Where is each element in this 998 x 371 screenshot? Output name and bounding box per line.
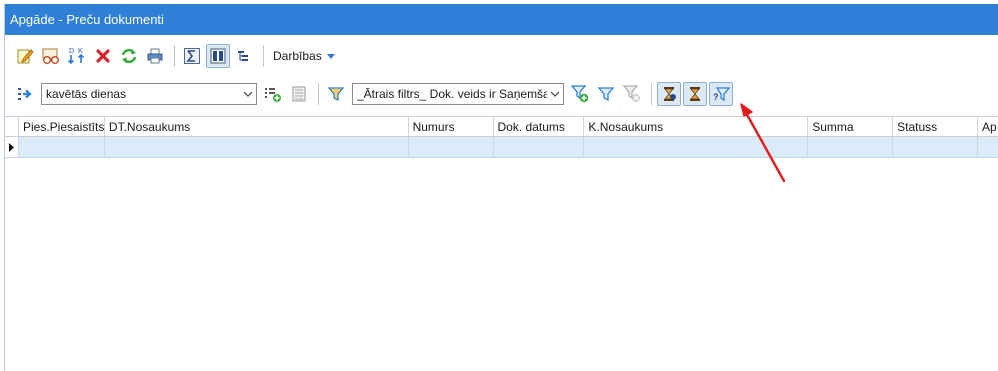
columns-icon bbox=[210, 48, 226, 64]
filter-button[interactable] bbox=[594, 82, 618, 106]
delete-icon bbox=[96, 49, 110, 63]
table-row[interactable] bbox=[5, 137, 998, 158]
add-filter-button[interactable] bbox=[261, 82, 285, 106]
column-header[interactable]: K.Nosaukums bbox=[584, 117, 809, 136]
funnel-question-icon: ? bbox=[713, 87, 730, 102]
refresh-button[interactable] bbox=[117, 44, 141, 68]
funnel-icon bbox=[597, 87, 615, 102]
actions-menu-button[interactable]: Darbības bbox=[269, 44, 339, 68]
hourglass-filter-button[interactable] bbox=[683, 82, 707, 106]
chevron-down-icon bbox=[326, 53, 335, 59]
svg-text:D: D bbox=[69, 48, 74, 55]
toolbar-separator bbox=[263, 45, 264, 67]
table-cell[interactable] bbox=[18, 137, 105, 158]
add-quick-filter-button[interactable] bbox=[568, 82, 592, 106]
filter-list-button[interactable] bbox=[287, 82, 311, 106]
column-header[interactable]: Statuss bbox=[893, 117, 979, 136]
columns-button[interactable] bbox=[206, 44, 230, 68]
list-arrow-icon bbox=[18, 88, 32, 100]
tree-icon bbox=[238, 51, 248, 61]
funnel-disabled-icon bbox=[622, 85, 640, 102]
sum-button[interactable] bbox=[180, 44, 204, 68]
filter-combo[interactable]: kavētās dienas bbox=[41, 83, 257, 105]
table-cell[interactable] bbox=[893, 137, 979, 158]
table-cell[interactable] bbox=[493, 137, 585, 158]
apply-filter-button[interactable] bbox=[13, 82, 37, 106]
column-header[interactable]: Numurs bbox=[409, 117, 494, 136]
refresh-icon bbox=[121, 48, 137, 64]
column-header[interactable]: DT.Nosaukums bbox=[105, 117, 409, 136]
toolbar-separator bbox=[318, 83, 319, 105]
funnel-icon bbox=[327, 87, 345, 102]
current-row-indicator bbox=[5, 137, 19, 158]
filter-toolbar: kavētās dienas _Ātrais filtrs_ Dok. veid… bbox=[5, 78, 998, 110]
table-cell[interactable] bbox=[808, 137, 894, 158]
row-indicator-header bbox=[5, 117, 19, 136]
add-filter-icon bbox=[265, 88, 281, 102]
delete-button[interactable] bbox=[91, 44, 115, 68]
funnel-add-icon bbox=[570, 85, 589, 103]
column-header[interactable]: Dok. datums bbox=[494, 117, 585, 136]
view-button[interactable] bbox=[39, 44, 63, 68]
debit-credit-icon: D K bbox=[67, 48, 85, 65]
table-cell[interactable] bbox=[584, 137, 809, 158]
print-icon bbox=[147, 48, 163, 64]
filter-combo-value: kavētās dienas bbox=[46, 87, 127, 101]
filter-help-button[interactable]: ? bbox=[709, 82, 733, 106]
window-titlebar: Apgāde - Preču dokumenti bbox=[5, 4, 998, 35]
column-header[interactable]: Summa bbox=[808, 117, 894, 136]
grid-header-row: Pies.Piesaistīts DT.Nosaukums Numurs Dok… bbox=[5, 116, 998, 137]
svg-text:K: K bbox=[78, 48, 83, 55]
sum-icon bbox=[184, 48, 200, 64]
user-hourglass-icon bbox=[664, 87, 676, 101]
toolbar-separator bbox=[174, 45, 175, 67]
view-icon bbox=[42, 48, 59, 64]
quick-filter-combo[interactable]: _Ātrais filtrs_ Dok. veids ir Saņemšan bbox=[352, 83, 564, 105]
documents-grid: Pies.Piesaistīts DT.Nosaukums Numurs Dok… bbox=[5, 116, 998, 158]
quick-filter-value: _Ātrais filtrs_ Dok. veids ir Saņemšan bbox=[357, 87, 547, 101]
debit-credit-button[interactable]: D K bbox=[65, 44, 89, 68]
edit-button[interactable] bbox=[13, 44, 37, 68]
table-cell[interactable] bbox=[978, 137, 998, 158]
main-toolbar: D K Darbības bbox=[5, 40, 998, 72]
actions-menu-label: Darbības bbox=[273, 49, 322, 63]
tree-button[interactable] bbox=[232, 44, 256, 68]
clear-filter-button[interactable] bbox=[620, 82, 644, 106]
filter-list-icon bbox=[292, 86, 306, 102]
app-window: Apgāde - Preču dokumenti D K Darbības ka… bbox=[4, 4, 998, 371]
column-header[interactable]: Pies.Piesaistīts bbox=[19, 117, 105, 136]
triangle-right-icon bbox=[8, 142, 14, 152]
print-button[interactable] bbox=[143, 44, 167, 68]
edit-icon bbox=[17, 49, 34, 64]
window-title: Apgāde - Preču dokumenti bbox=[10, 12, 164, 27]
svg-text:?: ? bbox=[713, 92, 719, 102]
hourglass-icon bbox=[690, 87, 700, 101]
user-filter-button[interactable] bbox=[657, 82, 681, 106]
table-cell[interactable] bbox=[104, 137, 409, 158]
column-header[interactable]: Ap bbox=[978, 117, 998, 136]
toolbar-separator bbox=[651, 83, 652, 105]
chevron-down-icon[interactable] bbox=[240, 84, 256, 104]
quick-filter-button[interactable] bbox=[324, 82, 348, 106]
chevron-down-icon[interactable] bbox=[547, 84, 563, 104]
table-cell[interactable] bbox=[408, 137, 494, 158]
